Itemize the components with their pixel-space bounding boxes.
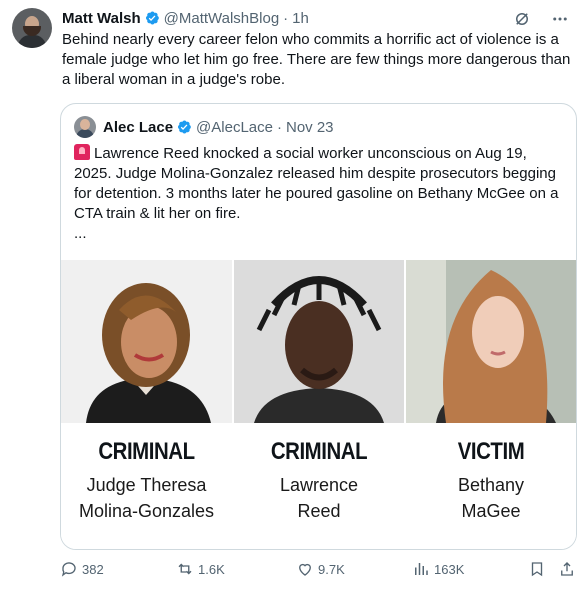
share-button[interactable] [558, 560, 580, 578]
quote-author-avatar[interactable] [74, 116, 96, 138]
reply-icon [61, 562, 76, 577]
caption-judge: CRIMINAL Judge Theresa Molina-Gonzales [61, 438, 232, 524]
quoted-tweet[interactable]: Alec Lace @AlecLace · Nov 23 Lawrence Re… [60, 103, 577, 550]
action-bar: 382 1.6K 9.7K 163K [60, 560, 580, 584]
bookmark-icon [531, 562, 543, 577]
like-button[interactable]: 9.7K [296, 560, 345, 578]
quote-author-handle[interactable]: @AlecLace [196, 119, 273, 136]
repost-count: 1.6K [198, 561, 225, 577]
caption-judge-title: CRIMINAL [98, 438, 195, 465]
tweet-top-icons [513, 10, 569, 28]
mugshot-photo [234, 260, 404, 423]
more-icon[interactable] [551, 10, 569, 28]
quote-body: Lawrence Reed knocked a social worker un… [74, 145, 559, 222]
heart-icon [299, 563, 311, 576]
like-count: 9.7K [318, 561, 345, 577]
repost-icon [178, 563, 192, 575]
quote-text: Lawrence Reed knocked a social worker un… [74, 144, 564, 244]
views-count: 163K [434, 561, 465, 577]
caption-victim-line1: Bethany [457, 475, 525, 495]
author-handle[interactable]: @MattWalshBlog [164, 10, 280, 27]
reply-count: 382 [82, 561, 104, 577]
caption-criminal: CRIMINAL Lawrence Reed [234, 438, 404, 524]
caption-judge-line2: Molina-Gonzales [78, 501, 215, 521]
tweet-text: Behind nearly every career felon who com… [62, 31, 571, 88]
siren-emoji-icon [74, 144, 90, 160]
quote-ellipsis: ... [74, 225, 87, 242]
quote-author-name[interactable]: Alec Lace [103, 119, 173, 136]
quote-header: Alec Lace @AlecLace · Nov 23 [103, 117, 334, 137]
separator-dot: · [283, 9, 289, 27]
caption-victim-line2: MaGee [461, 501, 521, 521]
caption-judge-line1: Judge Theresa [86, 475, 207, 495]
repost-button[interactable]: 1.6K [176, 560, 225, 578]
quote-image[interactable]: CRIMINAL Judge Theresa Molina-Gonzales C… [61, 260, 576, 549]
grok-icon[interactable] [513, 10, 531, 28]
tweet-header: Matt Walsh @MattWalshBlog · 1h [62, 8, 309, 28]
judge-photo [61, 260, 232, 423]
bookmark-button[interactable] [528, 560, 550, 578]
caption-criminal-line1: Lawrence [279, 475, 359, 495]
views-button[interactable]: 163K [412, 560, 464, 578]
quote-separator-dot: · [276, 118, 282, 136]
author-name[interactable]: Matt Walsh [62, 10, 141, 27]
author-avatar[interactable] [12, 8, 52, 48]
caption-victim-title: VICTIM [457, 438, 525, 465]
caption-criminal-title: CRIMINAL [270, 438, 368, 465]
verified-badge-icon [145, 11, 159, 25]
victim-photo [406, 260, 576, 423]
quote-date[interactable]: Nov 23 [286, 119, 334, 136]
tweet: Matt Walsh @MattWalshBlog · 1h Behind ne… [0, 0, 585, 593]
caption-criminal-line2: Reed [297, 501, 341, 521]
tweet-time[interactable]: 1h [292, 10, 309, 27]
reply-button[interactable]: 382 [60, 560, 104, 578]
views-icon [415, 563, 428, 575]
caption-victim: VICTIM Bethany MaGee [406, 438, 576, 524]
quote-verified-badge-icon [178, 120, 191, 134]
share-icon [561, 562, 573, 576]
